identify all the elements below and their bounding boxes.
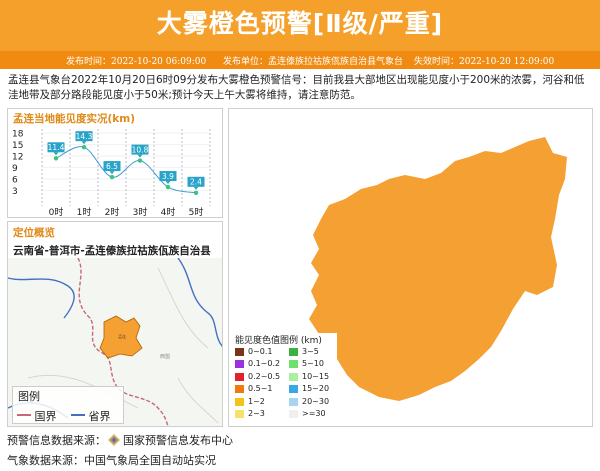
legend-national-border-label: 国界 — [34, 410, 57, 423]
legend-province-border: 省界 — [71, 408, 111, 424]
y-tick-label: 6 — [12, 176, 18, 186]
legend-swatch — [289, 385, 298, 394]
legend-label: 0~0.1 — [248, 347, 273, 356]
data-label: 6.5 — [106, 162, 118, 171]
warning-title: 大雾橙色预警[Ⅱ级/严重] — [156, 9, 444, 38]
warning-header: 大雾橙色预警[Ⅱ级/严重] — [0, 0, 600, 51]
county-visibility-region — [309, 137, 567, 401]
legend-label: >=30 — [302, 409, 326, 418]
data-point — [81, 144, 87, 150]
legend-swatch — [235, 360, 244, 369]
data-label: 10.8 — [132, 145, 149, 154]
legend-swatch — [289, 372, 298, 381]
visibility-chart-panel: 孟连当地能见度实况(km) 3 6 9 12 15 18 11.4 14.3 6.5 10.8 3.… — [7, 108, 223, 218]
legend-label: 2~3 — [248, 409, 265, 418]
weather-data-source: 气象数据来源：中国气象局全国自动站实况 — [7, 454, 216, 467]
y-tick-label: 12 — [12, 153, 23, 163]
legend-swatch — [235, 397, 244, 406]
x-tick-label: 5时 — [189, 206, 204, 218]
legend-swatch — [289, 360, 298, 369]
data-label-pointer — [193, 186, 199, 190]
legend-label: 0.2~0.5 — [248, 371, 281, 381]
data-point — [53, 156, 59, 161]
data-label-pointer — [81, 141, 87, 145]
legend-label: 0.5~1 — [248, 384, 273, 394]
data-label: 2.4 — [190, 178, 202, 187]
data-label: 3.9 — [162, 172, 174, 181]
legend-swatch — [289, 410, 298, 418]
x-tick-label: 4时 — [161, 206, 176, 218]
y-tick-label: 3 — [12, 187, 18, 197]
y-tick-label: 9 — [12, 164, 18, 174]
warning-description: 孟连县气象台2022年10月20日6时09分发布大雾橙色预警信号：目前我县大部地… — [8, 74, 585, 101]
svg-text:西盟: 西盟 — [160, 354, 170, 360]
data-label: 11.4 — [48, 143, 65, 152]
data-point — [137, 158, 143, 163]
expire-time: 失效时间：2022-10-20 12:09:00 — [414, 57, 555, 67]
y-tick-label: 18 — [12, 130, 24, 140]
y-tick-label: 15 — [12, 141, 23, 151]
map-legend-title: 图例 — [18, 390, 40, 403]
svg-text:孟连: 孟连 — [118, 333, 126, 339]
legend-label: 5~10 — [302, 359, 324, 369]
info-bar: 发布时间：2022-10-20 06:09:00 发布单位：孟连傣族拉祜族佤族自… — [0, 51, 600, 69]
legend-province-border-label: 省界 — [88, 410, 111, 423]
release-center-logo-icon — [108, 434, 120, 446]
x-tick-label: 2时 — [105, 206, 120, 218]
warning-data-source: 预警信息数据来源： 国家预警信息发布中心 — [7, 432, 233, 448]
legend-label: 0.1~0.2 — [248, 359, 281, 369]
data-point — [193, 190, 199, 195]
x-tick-label: 3时 — [133, 206, 148, 218]
publish-time: 发布时间：2022-10-20 06:09:00 — [66, 57, 207, 67]
legend-label: 15~20 — [302, 384, 330, 394]
legend-label: 3~5 — [302, 347, 319, 356]
warning-source-label: 预警信息数据来源： — [7, 434, 106, 447]
x-tick-label: 0时 — [49, 206, 64, 218]
visibility-color-legend: 能见度色值图例 (km) 0~0.1 3~5 0.1~0.2 5~10 0.2~0.5 1… — [233, 333, 337, 423]
warning-source-value: 国家预警信息发布中心 — [123, 434, 233, 447]
visibility-legend-title: 能见度色值图例 (km) — [235, 336, 322, 346]
legend-label: 20~30 — [302, 396, 330, 406]
visibility-chart: 36 912 1518 11.4 14.3 6.5 10.8 3.9 2.4 0时 1时 2时 3时 4时… — [12, 129, 211, 218]
legend-swatch — [289, 348, 298, 356]
legend-swatch — [235, 410, 244, 418]
data-label: 14.3 — [76, 132, 93, 141]
legend-label: 1~2 — [248, 396, 265, 406]
legend-swatch — [235, 372, 244, 381]
data-label-pointer — [53, 152, 59, 156]
x-tick-label: 1时 — [77, 206, 92, 218]
data-label-pointer — [165, 181, 171, 185]
data-point — [165, 184, 171, 190]
publisher: 发布单位：孟连傣族拉祜族佤族自治县气象台 — [223, 57, 404, 67]
legend-swatch — [289, 397, 298, 406]
legend-national-border: 国界 — [17, 408, 57, 424]
legend-swatch — [235, 348, 244, 356]
data-point — [109, 174, 115, 180]
map-legend: 图例 国界 省界 — [12, 386, 124, 424]
location-title: 定位概览 — [13, 227, 55, 239]
legend-swatch — [235, 385, 244, 394]
location-panel: 定位概览 云南省-普洱市-孟连傣族拉祜族佤族自治县 西盟 孟连 图例 国界 省界 — [7, 221, 223, 427]
legend-label: 10~15 — [302, 371, 330, 381]
data-label-pointer — [109, 171, 115, 175]
location-name: 云南省-普洱市-孟连傣族拉祜族佤族自治县 — [13, 245, 211, 257]
